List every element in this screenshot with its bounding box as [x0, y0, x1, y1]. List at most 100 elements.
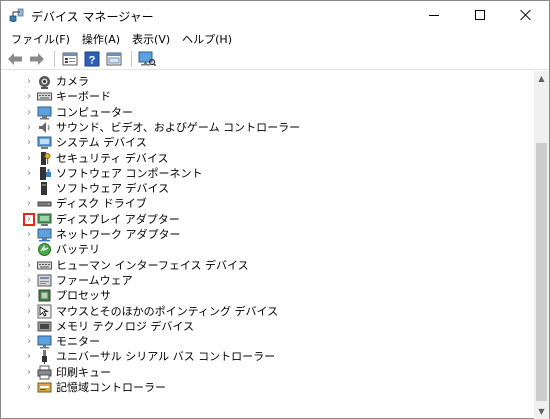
tree-item[interactable]: › ソフトウェア デバイス [1, 181, 534, 196]
tree-item[interactable]: › ネットワーク アダプター [1, 227, 534, 242]
speaker-icon [39, 121, 50, 133]
expand-chevron-icon[interactable]: › [23, 381, 35, 394]
tree-item-label: セキュリティ デバイス [56, 151, 169, 165]
expand-chevron-icon[interactable]: › [23, 243, 35, 256]
maximize-button[interactable] [457, 1, 503, 29]
device-tree[interactable]: › カメラ › キーボード › コンピューター › サウンド、ビデオ、およびゲーム コントロー… [1, 71, 534, 419]
tree-item-label: 印刷キュー [56, 365, 111, 379]
device-manager-icon [9, 8, 24, 22]
expand-chevron-icon[interactable]: › [23, 259, 35, 272]
device-manager-window: デバイス マネージャー ファイル(F) 操作(A) 表示(V) ヘルプ(H) ?… [0, 0, 550, 419]
tree-item[interactable]: › 記憶域コントローラー [1, 380, 534, 395]
expand-chevron-icon[interactable]: › [23, 152, 35, 165]
tree-item[interactable]: › ソフトウェア コンポーネント [1, 166, 534, 181]
expand-chevron-icon[interactable]: › [23, 182, 35, 195]
expand-chevron-icon[interactable]: › [23, 289, 35, 302]
expand-chevron-icon[interactable]: › [23, 106, 35, 119]
expand-chevron-icon[interactable]: › [23, 228, 35, 241]
tree-item[interactable]: › モニター [1, 334, 534, 349]
tree-item[interactable]: › マウスとそのほかのポインティング デバイス [1, 304, 534, 319]
scroll-up-icon[interactable]: ▲ [534, 71, 549, 86]
minimize-button[interactable] [411, 1, 457, 29]
software-component-icon [40, 166, 51, 180]
expand-chevron-icon[interactable]: › [23, 350, 35, 363]
tree-item-label: サウンド、ビデオ、およびゲーム コントローラー [56, 120, 301, 134]
tree-item[interactable]: › ヒューマン インターフェイス デバイス [1, 258, 534, 273]
tree-item-label: 記憶域コントローラー [56, 381, 166, 394]
display-adapter-icon [37, 213, 52, 226]
expand-chevron-icon[interactable]: › [23, 75, 35, 88]
expand-chevron-icon[interactable]: › [23, 366, 35, 379]
scan-hardware-button[interactable] [137, 49, 157, 69]
minimize-icon [429, 14, 439, 16]
tree-item-label: システム デバイス [56, 136, 147, 150]
toolbar-separator [54, 50, 55, 67]
scroll-thumb[interactable] [536, 143, 547, 401]
view-button[interactable] [104, 49, 124, 69]
network-adapter-icon [37, 228, 52, 242]
menu-file[interactable]: ファイル(F) [5, 29, 76, 48]
expand-chevron-icon[interactable]: › [23, 212, 35, 226]
tree-item-label: ネットワーク アダプター [56, 228, 181, 241]
view-icon [106, 52, 122, 65]
expand-chevron-icon[interactable]: › [23, 320, 35, 333]
expand-chevron-icon[interactable]: › [23, 121, 35, 134]
battery-icon [38, 243, 51, 257]
expand-chevron-icon[interactable]: › [23, 167, 35, 180]
tree-item[interactable]: › バッテリ [1, 242, 534, 257]
tree-item[interactable]: › ディスク ドライブ [1, 196, 534, 211]
tree-item[interactable]: › キーボード [1, 89, 534, 104]
memory-icon [37, 321, 52, 332]
menu-view[interactable]: 表示(V) [126, 29, 176, 48]
menu-help[interactable]: ヘルプ(H) [176, 29, 238, 48]
forward-arrow-icon [30, 52, 44, 65]
tree-item[interactable]: › サウンド、ビデオ、およびゲーム コントローラー [1, 120, 534, 135]
tree-item[interactable]: › プロセッサ [1, 288, 534, 303]
monitor-icon [37, 335, 52, 349]
tree-item-label: ユニバーサル シリアル バス コントローラー [56, 350, 276, 364]
tree-item[interactable]: › カメラ [1, 74, 534, 89]
tree-item-label: バッテリ [56, 243, 100, 257]
tree-item-label: コンピューター [56, 105, 133, 119]
vertical-scrollbar[interactable]: ▲ ▼ [534, 71, 549, 419]
expand-chevron-icon[interactable]: › [23, 305, 35, 318]
title-bar[interactable]: デバイス マネージャー [1, 1, 549, 29]
tree-item[interactable]: › セキュリティ デバイス [1, 151, 534, 166]
tree-item[interactable]: › ディスプレイ アダプター [1, 212, 534, 227]
tree-item[interactable]: › システム デバイス [1, 135, 534, 150]
properties-button[interactable] [60, 49, 80, 69]
toolbar-separator [131, 50, 132, 67]
expand-chevron-icon[interactable]: › [23, 197, 35, 210]
expand-chevron-icon[interactable]: › [23, 90, 35, 103]
tree-item-label: モニター [56, 335, 100, 349]
forward-button[interactable] [27, 49, 47, 69]
maximize-icon [475, 10, 485, 20]
storage-controller-icon [37, 382, 52, 393]
toolbar: ? [1, 48, 549, 70]
disk-drive-icon [37, 201, 52, 207]
printer-icon [37, 365, 52, 380]
close-button[interactable] [503, 1, 549, 29]
hid-icon [37, 261, 52, 270]
tree-item[interactable]: › ユニバーサル シリアル バス コントローラー [1, 349, 534, 365]
tree-item[interactable]: › メモリ テクノロジ デバイス [1, 319, 534, 334]
tree-item-label: ヒューマン インターフェイス デバイス [56, 258, 249, 272]
help-button[interactable]: ? [82, 49, 102, 69]
tree-item-label: ソフトウェア コンポーネント [56, 166, 203, 180]
processor-icon [38, 289, 51, 302]
tree-item[interactable]: › ファームウェア [1, 273, 534, 288]
expand-chevron-icon[interactable]: › [23, 136, 35, 149]
window-title: デバイス マネージャー [31, 10, 154, 24]
back-button[interactable] [5, 49, 25, 69]
software-device-icon [41, 182, 47, 196]
tree-item-label: プロセッサ [56, 289, 111, 303]
svg-text:?: ? [89, 54, 96, 66]
expand-chevron-icon[interactable]: › [23, 335, 35, 348]
expand-chevron-icon[interactable]: › [23, 274, 35, 287]
scroll-down-icon[interactable]: ▼ [534, 404, 549, 419]
tree-item[interactable]: › 印刷キュー [1, 365, 534, 380]
tree-item[interactable]: › コンピューター [1, 105, 534, 120]
computer-icon [37, 106, 52, 120]
menu-action[interactable]: 操作(A) [76, 29, 126, 48]
usb-icon [42, 350, 47, 365]
